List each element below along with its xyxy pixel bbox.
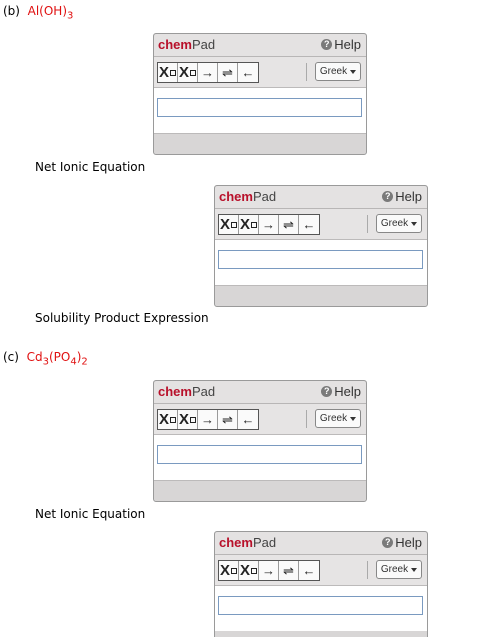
back-arrow-button[interactable]: ← [238, 410, 258, 429]
superscript-button[interactable]: X [178, 63, 198, 82]
help-button[interactable]: ? Help [321, 37, 361, 52]
chempad-1: chemPad ? Help X X → ⇌ ← Greek [153, 33, 367, 155]
back-arrow-button[interactable]: ← [238, 63, 258, 82]
chempad-title: chemPad [158, 37, 216, 52]
back-arrow-button[interactable]: ← [299, 561, 319, 580]
part-c-label: (c) Cd3(PO4)2 [3, 350, 88, 368]
chempad-input[interactable] [218, 250, 423, 269]
chempad-toolbar: X X → ⇌ ← Greek [154, 404, 366, 435]
chempad-2: chemPad ? Help X X → ⇌ ← Greek [214, 185, 428, 307]
chempad-header: chemPad ? Help [215, 532, 427, 555]
chempad-title: chemPad [219, 189, 277, 204]
toolbar-divider [306, 410, 307, 428]
solubility-caption: Solubility Product Expression [35, 311, 209, 325]
help-button[interactable]: ? Help [382, 189, 422, 204]
chevron-down-icon [350, 69, 357, 74]
reaction-arrow-button[interactable]: → [198, 410, 218, 429]
chempad-footer [215, 286, 427, 306]
part-b-formula: Al(OH)3 [27, 4, 74, 22]
chempad-header: chemPad ? Help [215, 186, 427, 209]
chempad-footer [154, 481, 366, 501]
toolbar-divider [367, 215, 368, 233]
equilibrium-arrow-button[interactable]: ⇌ [279, 561, 299, 580]
back-arrow-button[interactable]: ← [299, 215, 319, 234]
chempad-footer [154, 134, 366, 154]
reaction-arrow-button[interactable]: → [259, 215, 279, 234]
chempad-input[interactable] [218, 596, 423, 615]
superscript-button[interactable]: X [239, 561, 259, 580]
chevron-down-icon [350, 416, 357, 421]
help-button[interactable]: ? Help [382, 535, 422, 550]
chevron-down-icon [411, 221, 418, 226]
chempad-toolbar: X X → ⇌ ← Greek [215, 209, 427, 240]
subscript-button[interactable]: X [158, 410, 178, 429]
chempad-header: chemPad ? Help [154, 381, 366, 404]
net-ionic-caption: Net Ionic Equation [35, 507, 146, 521]
chempad-3: chemPad ? Help X X → ⇌ ← Greek [153, 380, 367, 502]
equilibrium-arrow-button[interactable]: ⇌ [279, 215, 299, 234]
chempad-title: chemPad [158, 384, 216, 399]
greek-dropdown[interactable]: Greek [376, 560, 422, 579]
toolbar-divider [306, 63, 307, 81]
reaction-arrow-button[interactable]: → [198, 63, 218, 82]
help-icon: ? [321, 39, 333, 50]
chempad-input[interactable] [157, 445, 362, 464]
chempad-toolbar: X X → ⇌ ← Greek [215, 555, 427, 586]
subscript-button[interactable]: X [219, 561, 239, 580]
net-ionic-caption: Net Ionic Equation [35, 160, 146, 174]
part-b-label: (b) Al(OH)3 [3, 4, 74, 22]
help-icon: ? [382, 537, 394, 548]
help-button[interactable]: ? Help [321, 384, 361, 399]
subscript-button[interactable]: X [219, 215, 239, 234]
toolbar-divider [367, 561, 368, 579]
part-c-formula: Cd3(PO4)2 [26, 350, 88, 368]
greek-dropdown[interactable]: Greek [315, 62, 361, 81]
superscript-button[interactable]: X [178, 410, 198, 429]
chempad-header: chemPad ? Help [154, 34, 366, 57]
help-icon: ? [321, 386, 333, 397]
superscript-button[interactable]: X [239, 215, 259, 234]
chempad-toolbar: X X → ⇌ ← Greek [154, 57, 366, 88]
equilibrium-arrow-button[interactable]: ⇌ [218, 63, 238, 82]
greek-dropdown[interactable]: Greek [315, 409, 361, 428]
subscript-button[interactable]: X [158, 63, 178, 82]
chempad-title: chemPad [219, 535, 277, 550]
reaction-arrow-button[interactable]: → [259, 561, 279, 580]
help-icon: ? [382, 191, 394, 202]
chempad-input[interactable] [157, 98, 362, 117]
chempad-4: chemPad ? Help X X → ⇌ ← Greek [214, 531, 428, 637]
greek-dropdown[interactable]: Greek [376, 214, 422, 233]
chevron-down-icon [411, 567, 418, 572]
equilibrium-arrow-button[interactable]: ⇌ [218, 410, 238, 429]
